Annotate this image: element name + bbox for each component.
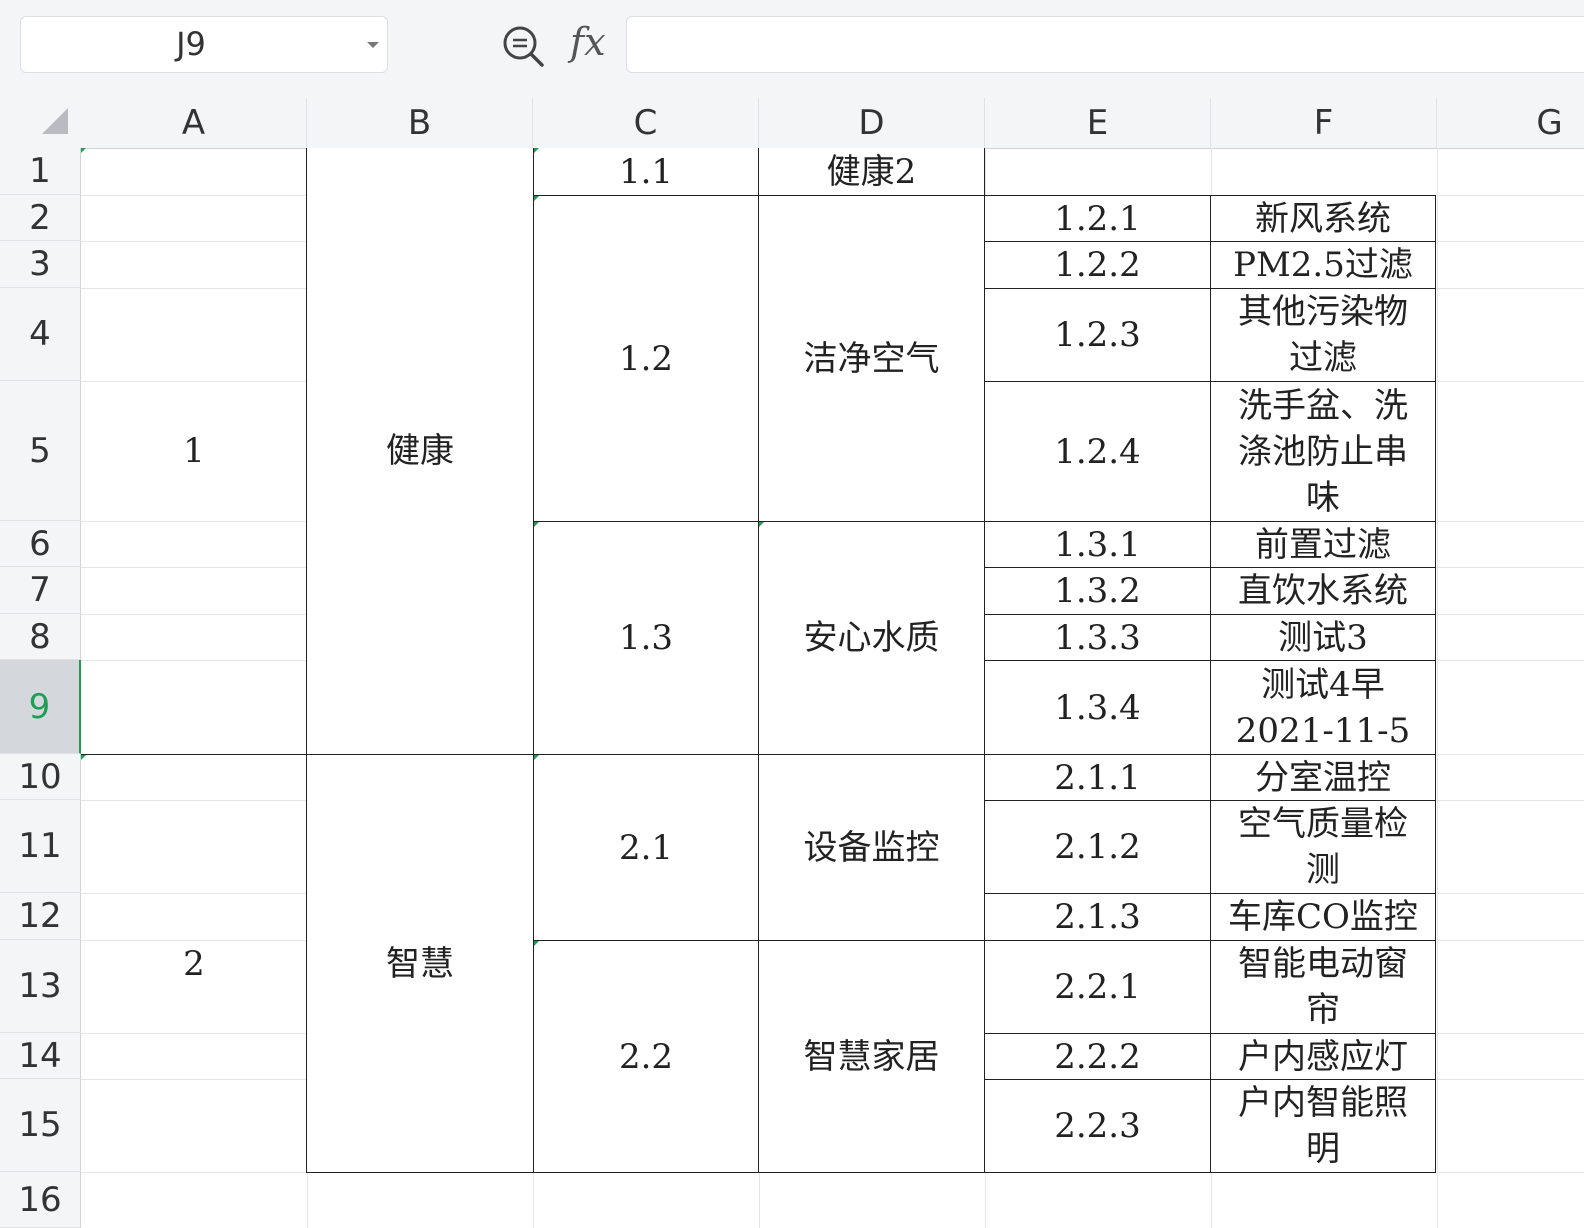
row-header-11[interactable]: 11: [0, 800, 81, 893]
cell-b1-merged[interactable]: 健康: [306, 148, 534, 755]
cell-c2-merged[interactable]: 1.2: [533, 195, 759, 522]
row-header-9[interactable]: 9: [0, 660, 81, 754]
row-header-13[interactable]: 13: [0, 940, 81, 1033]
column-header-a[interactable]: A: [81, 98, 307, 148]
cell-e7[interactable]: 1.3.2: [984, 567, 1211, 615]
cell-e10[interactable]: 2.1.1: [984, 754, 1211, 801]
cell-f8[interactable]: 测试3: [1210, 614, 1436, 661]
row-header-8[interactable]: 8: [0, 614, 81, 660]
cell-f11[interactable]: 空气质量检 测: [1210, 800, 1436, 894]
cell-f15[interactable]: 户内智能照 明: [1210, 1079, 1436, 1173]
cell-d6-merged[interactable]: 安心水质: [758, 521, 985, 755]
row-header-14[interactable]: 14: [0, 1033, 81, 1079]
cell-d10-merged[interactable]: 设备监控: [758, 754, 985, 941]
zoom-icon[interactable]: [500, 23, 546, 69]
cell-e5[interactable]: 1.2.4: [984, 381, 1211, 522]
cell-d2-merged[interactable]: 洁净空气: [758, 195, 985, 522]
name-box[interactable]: J9: [20, 16, 388, 73]
cell-e12[interactable]: 2.1.3: [984, 893, 1211, 941]
cell-e2[interactable]: 1.2.1: [984, 195, 1211, 242]
row-header-6[interactable]: 6: [0, 521, 81, 567]
row-header-7[interactable]: 7: [0, 567, 81, 614]
cell-e6[interactable]: 1.3.1: [984, 521, 1211, 568]
cell-f5[interactable]: 洗手盆、洗 涤池防止串 味: [1210, 381, 1436, 522]
cell-e3[interactable]: 1.2.2: [984, 241, 1211, 289]
column-header-g[interactable]: G: [1437, 98, 1584, 148]
cell-e9[interactable]: 1.3.4: [984, 660, 1211, 755]
grid-line: [1437, 148, 1438, 1228]
cell-marker-icon: [534, 522, 539, 527]
cell-c6-merged[interactable]: 1.3: [533, 521, 759, 755]
row-header-10[interactable]: 10: [0, 754, 81, 800]
chevron-down-icon[interactable]: [367, 42, 379, 48]
cell-f10[interactable]: 分室温控: [1210, 754, 1436, 801]
cell-e4[interactable]: 1.2.3: [984, 288, 1211, 382]
fx-icon[interactable]: fx: [570, 20, 606, 64]
column-header-d[interactable]: D: [759, 98, 985, 148]
cell-f4[interactable]: 其他污染物 过滤: [1210, 288, 1436, 382]
cell-a1-merged[interactable]: 1: [81, 148, 307, 754]
cell-a10-merged[interactable]: 2: [81, 754, 307, 1172]
cell-f2[interactable]: 新风系统: [1210, 195, 1436, 242]
cell-c1[interactable]: 1.1: [533, 148, 759, 196]
column-header-b[interactable]: B: [307, 98, 533, 148]
cell-e8[interactable]: 1.3.3: [984, 614, 1211, 661]
cell-f9[interactable]: 测试4早 2021-11-5: [1210, 660, 1436, 755]
formula-input[interactable]: [626, 16, 1584, 73]
row-header-4[interactable]: 4: [0, 288, 81, 381]
cell-c10-merged[interactable]: 2.1: [533, 754, 759, 941]
cell-b10-merged[interactable]: 智慧: [306, 754, 534, 1173]
cell-f13[interactable]: 智能电动窗 帘: [1210, 940, 1436, 1034]
cell-f7[interactable]: 直饮水系统: [1210, 567, 1436, 615]
select-all-corner[interactable]: [0, 98, 81, 148]
cell-marker-icon: [759, 522, 764, 527]
row-header-1[interactable]: 1: [0, 148, 81, 195]
cell-f3[interactable]: PM2.5过滤: [1210, 241, 1436, 289]
cell-e11[interactable]: 2.1.2: [984, 800, 1211, 894]
cell-f12[interactable]: 车库CO监控: [1210, 893, 1436, 941]
cell-marker-icon: [534, 196, 539, 201]
name-box-value: J9: [176, 25, 206, 63]
select-all-icon: [42, 108, 68, 134]
cell-marker-icon: [534, 755, 539, 760]
column-header-c[interactable]: C: [533, 98, 759, 148]
cell-f14[interactable]: 户内感应灯: [1210, 1033, 1436, 1080]
row-header-12[interactable]: 12: [0, 893, 81, 940]
cell-marker-icon: [534, 941, 539, 946]
cell-marker-icon: [81, 148, 86, 153]
row-header-16[interactable]: 16: [0, 1172, 81, 1228]
row-header-5[interactable]: 5: [0, 381, 81, 521]
cell-marker-icon: [81, 755, 86, 760]
cell-e13[interactable]: 2.2.1: [984, 940, 1211, 1034]
cell-e15[interactable]: 2.2.3: [984, 1079, 1211, 1173]
cell-e14[interactable]: 2.2.2: [984, 1033, 1211, 1080]
cell-d1[interactable]: 健康2: [758, 148, 985, 196]
cell-d13-merged[interactable]: 智慧家居: [758, 940, 985, 1173]
cell-c13-merged[interactable]: 2.2: [533, 940, 759, 1173]
row-header-2[interactable]: 2: [0, 195, 81, 241]
column-header-e[interactable]: E: [985, 98, 1211, 148]
row-header-3[interactable]: 3: [0, 241, 81, 288]
column-header-f[interactable]: F: [1211, 98, 1437, 148]
row-header-15[interactable]: 15: [0, 1079, 81, 1172]
cell-f6[interactable]: 前置过滤: [1210, 521, 1436, 568]
cell-marker-icon: [534, 148, 539, 153]
